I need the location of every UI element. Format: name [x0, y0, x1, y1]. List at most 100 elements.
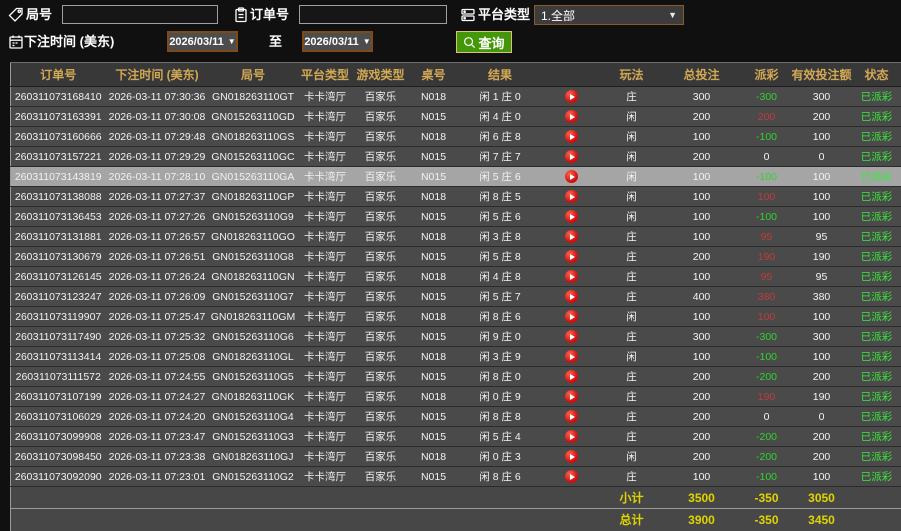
cell-platform-type: 卡卡湾厅	[298, 287, 353, 307]
table-row[interactable]: 2603110731199072026-03-11 07:25:47GN0182…	[11, 307, 901, 327]
cell-payout: -200	[742, 447, 792, 467]
cell-table-number: N018	[409, 187, 459, 207]
table-row[interactable]: 2603110731318812026-03-11 07:26:57GN0182…	[11, 227, 901, 247]
cell-total-bet: 100	[662, 167, 742, 187]
cell-payout: -200	[742, 427, 792, 447]
replay-icon[interactable]	[565, 250, 578, 263]
cell-payout: 100	[742, 307, 792, 327]
replay-icon[interactable]	[565, 330, 578, 343]
table-row[interactable]: 2603110731134142026-03-11 07:25:08GN0182…	[11, 347, 901, 367]
table-row[interactable]: 2603110731115722026-03-11 07:24:55GN0152…	[11, 367, 901, 387]
cell-replay	[542, 107, 602, 127]
table-row[interactable]: 2603110731606662026-03-11 07:29:48GN0182…	[11, 127, 901, 147]
cell-status: 已派彩	[852, 87, 901, 107]
cell-order-number: 260311073160666	[11, 127, 106, 147]
replay-icon[interactable]	[565, 130, 578, 143]
cell-status: 已派彩	[852, 187, 901, 207]
replay-icon[interactable]	[565, 370, 578, 383]
table-row[interactable]: 2603110731232472026-03-11 07:26:09GN0152…	[11, 287, 901, 307]
date-from-select[interactable]: 2026/03/11 ▼	[167, 31, 238, 52]
replay-icon[interactable]	[565, 210, 578, 223]
table-row[interactable]: 2603110731306792026-03-11 07:26:51GN0152…	[11, 247, 901, 267]
replay-icon[interactable]	[565, 410, 578, 423]
table-row[interactable]: 2603110731633912026-03-11 07:30:08GN0152…	[11, 107, 901, 127]
cell-replay	[542, 327, 602, 347]
replay-icon[interactable]	[565, 390, 578, 403]
table-row[interactable]: 2603110730920902026-03-11 07:23:01GN0152…	[11, 467, 901, 487]
cell-table-number: N015	[409, 147, 459, 167]
cell-table-number: N018	[409, 87, 459, 107]
cell-round-number: GN015263110G8	[209, 247, 298, 267]
table-row[interactable]: 2603110731364532026-03-11 07:27:26GN0152…	[11, 207, 901, 227]
cell-bet-type: 庄	[602, 367, 662, 387]
table-row[interactable]: 2603110730984502026-03-11 07:23:38GN0182…	[11, 447, 901, 467]
search-icon	[463, 36, 476, 49]
replay-icon[interactable]	[565, 170, 578, 183]
cell-replay	[542, 387, 602, 407]
cell-valid-bet: 300	[792, 327, 852, 347]
order-number-input[interactable]	[299, 5, 447, 24]
cell-bet-type: 闲	[602, 447, 662, 467]
table-row[interactable]: 2603110731261452026-03-11 07:26:24GN0182…	[11, 267, 901, 287]
table-row[interactable]: 2603110731684102026-03-11 07:30:36GN0182…	[11, 87, 901, 107]
cell-payout: 0	[742, 147, 792, 167]
cell-game-type: 百家乐	[353, 267, 409, 287]
round-number-input[interactable]	[62, 5, 218, 24]
replay-icon[interactable]	[565, 190, 578, 203]
replay-icon[interactable]	[565, 310, 578, 323]
replay-icon[interactable]	[565, 150, 578, 163]
cell-valid-bet: 95	[792, 227, 852, 247]
cell-order-number: 260311073119907	[11, 307, 106, 327]
table-row[interactable]: 2603110731060292026-03-11 07:24:20GN0152…	[11, 407, 901, 427]
cell-round-number: GN018263110GL	[209, 347, 298, 367]
cell-order-number: 260311073131881	[11, 227, 106, 247]
table-row[interactable]: 2603110731174902026-03-11 07:25:32GN0152…	[11, 327, 901, 347]
cell-result: 闲 8 庄 5	[459, 187, 542, 207]
replay-icon[interactable]	[565, 270, 578, 283]
cell-order-number: 260311073138088	[11, 187, 106, 207]
cell-result: 闲 5 庄 7	[459, 287, 542, 307]
table-row[interactable]: 2603110731572212026-03-11 07:29:29GN0152…	[11, 147, 901, 167]
cell-table-number: N018	[409, 447, 459, 467]
search-button[interactable]: 查询	[456, 31, 512, 53]
search-button-label: 查询	[478, 33, 504, 52]
cell-replay	[542, 447, 602, 467]
replay-icon[interactable]	[565, 450, 578, 463]
cell-platform-type: 卡卡湾厅	[298, 227, 353, 247]
table-row[interactable]: 2603110731380882026-03-11 07:27:37GN0182…	[11, 187, 901, 207]
cell-bet-type: 闲	[602, 347, 662, 367]
cell-order-number: 260311073163391	[11, 107, 106, 127]
replay-icon[interactable]	[565, 350, 578, 363]
table-row[interactable]: 2603110731438192026-03-11 07:28:10GN0152…	[11, 167, 901, 187]
cell-payout: -300	[742, 87, 792, 107]
cell-bet-type: 庄	[602, 407, 662, 427]
cell-result: 闲 5 庄 6	[459, 167, 542, 187]
cell-round-number: GN015263110G6	[209, 327, 298, 347]
grand-total-total-bet: 3900	[662, 509, 742, 531]
cell-order-number: 260311073098450	[11, 447, 106, 467]
replay-icon[interactable]	[565, 430, 578, 443]
cell-total-bet: 300	[662, 87, 742, 107]
cell-order-number: 260311073099908	[11, 427, 106, 447]
table-row[interactable]: 2603110731071992026-03-11 07:24:27GN0182…	[11, 387, 901, 407]
replay-icon[interactable]	[565, 230, 578, 243]
cell-result: 闲 0 庄 3	[459, 447, 542, 467]
cell-bet-type: 庄	[602, 287, 662, 307]
cell-round-number: GN015263110GA	[209, 167, 298, 187]
cell-table-number: N015	[409, 247, 459, 267]
replay-icon[interactable]	[565, 470, 578, 483]
platform-type-select[interactable]: 1.全部 ▼	[534, 5, 684, 25]
replay-icon[interactable]	[565, 110, 578, 123]
cell-result: 闲 8 庄 0	[459, 367, 542, 387]
table-row[interactable]: 2603110730999082026-03-11 07:23:47GN0152…	[11, 427, 901, 447]
replay-icon[interactable]	[565, 290, 578, 303]
cell-bet-type: 闲	[602, 167, 662, 187]
cell-order-number: 260311073113414	[11, 347, 106, 367]
cell-bet-time: 2026-03-11 07:23:38	[106, 447, 209, 467]
cell-total-bet: 300	[662, 327, 742, 347]
replay-icon[interactable]	[565, 90, 578, 103]
cell-platform-type: 卡卡湾厅	[298, 387, 353, 407]
cell-valid-bet: 100	[792, 187, 852, 207]
date-to-select[interactable]: 2026/03/11 ▼	[302, 31, 373, 52]
cell-order-number: 260311073107199	[11, 387, 106, 407]
